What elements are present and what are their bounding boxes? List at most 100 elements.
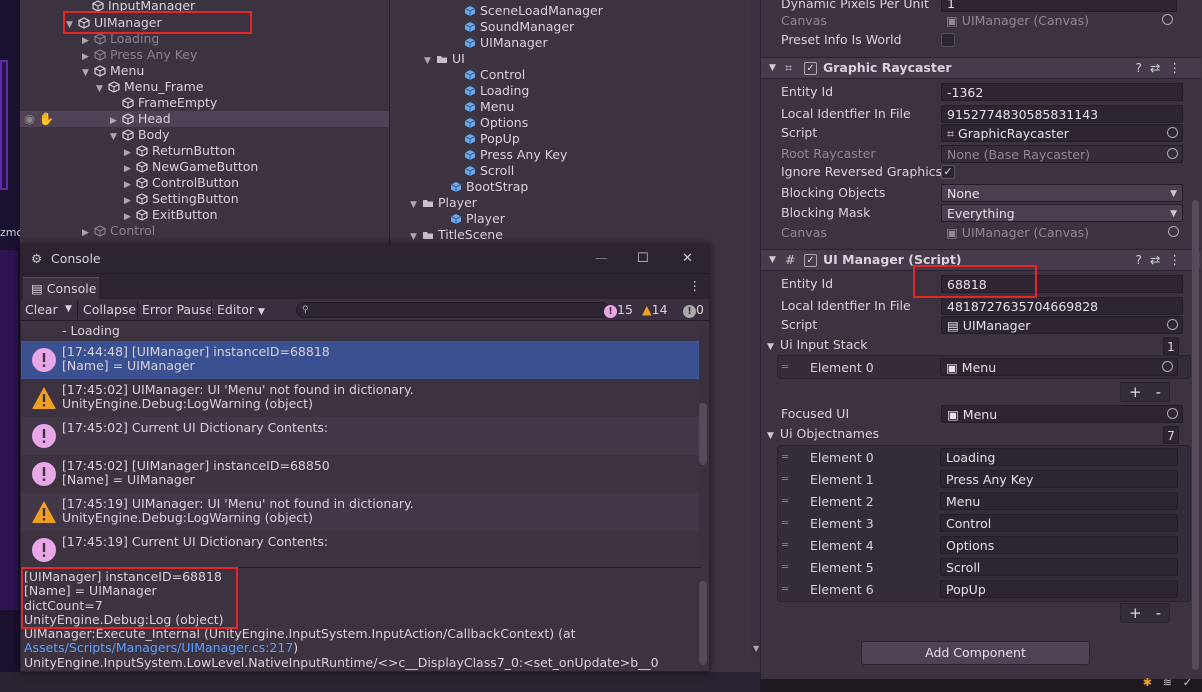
canvas-field[interactable]: ▣ UIManager (Canvas) <box>941 12 1177 30</box>
ui-objectnames-foldout[interactable]: ▼ Ui Objectnames <box>767 425 879 443</box>
drag-handle-icon[interactable]: ═ <box>782 562 788 573</box>
add-component-button[interactable]: Add Component <box>861 641 1090 665</box>
hierarchy-item[interactable]: ▶ NewGameButton <box>124 159 258 175</box>
error-pause-button[interactable]: Error Pause <box>142 299 213 320</box>
check-icon[interactable]: ✓ <box>1183 676 1192 689</box>
fold-arrow-icon[interactable]: ▼ <box>410 229 422 244</box>
preset-info-checkbox[interactable] <box>941 33 955 47</box>
project-item[interactable]: Player <box>438 211 505 227</box>
project-item[interactable]: Loading <box>452 83 529 99</box>
clear-options-chevron-icon[interactable]: ▼ <box>65 299 72 320</box>
object-picker-icon[interactable] <box>1162 361 1173 372</box>
bug-icon[interactable]: ✱ <box>1143 676 1152 689</box>
object-picker-icon[interactable] <box>1168 226 1179 237</box>
element-field[interactable]: PopUp <box>940 580 1178 598</box>
ui-objectnames-count[interactable]: 7 <box>1163 426 1179 444</box>
project-item[interactable]: UIManager <box>452 35 548 51</box>
local-id-field[interactable]: 9152774830585831143 <box>941 105 1183 123</box>
console-titlebar[interactable]: ⚙ Console — ☐ ✕ <box>21 245 709 273</box>
info-count-toggle[interactable]: ! 15 <box>604 299 633 320</box>
list-element[interactable]: ═ Element 4 Options <box>778 535 1190 557</box>
ignore-reversed-checkbox[interactable]: ✓ <box>941 165 955 179</box>
error-count-toggle[interactable]: ! 0 <box>683 299 704 320</box>
inspector-scrollbar[interactable] <box>1192 200 1199 670</box>
fold-arrow-icon[interactable]: ▼ <box>110 129 122 145</box>
hierarchy-item[interactable]: ▶ Control <box>82 223 155 239</box>
project-item[interactable]: Press Any Key <box>452 147 567 163</box>
fold-arrow-icon[interactable]: ▼ <box>410 197 422 213</box>
hierarchy-item[interactable]: ▶ SettingButton <box>124 191 239 207</box>
log-entry-partial[interactable]: - Loading <box>21 321 701 341</box>
list-element[interactable]: ═ Element 5 Scroll <box>778 557 1190 579</box>
project-item[interactable]: PopUp <box>452 131 520 147</box>
log-entry[interactable]: [17:45:19] Current UI Dictionary Content… <box>21 531 701 565</box>
hierarchy-item[interactable]: ▼ Menu <box>82 63 144 79</box>
drag-handle-icon[interactable]: ═ <box>782 518 788 529</box>
fold-arrow-icon[interactable]: ▼ <box>769 250 776 270</box>
clear-button[interactable]: Clear <box>25 299 58 320</box>
log-entry[interactable]: [17:45:02] UIManager: UI 'Menu' not foun… <box>21 379 701 417</box>
hierarchy-item[interactable]: ▼ Body <box>110 127 170 143</box>
hierarchy-item[interactable]: ▶ Loading <box>82 31 159 47</box>
list-element[interactable]: ═ Element 0 ▣ Menu <box>778 357 1190 379</box>
source-link[interactable]: Assets/Scripts/Managers/UIManager.cs:217 <box>24 640 293 655</box>
more-options-icon[interactable]: ⋮ <box>689 278 702 293</box>
list-element[interactable]: ═ Element 0 Loading <box>778 447 1190 469</box>
fold-arrow-icon[interactable]: ▼ <box>424 53 436 69</box>
drag-handle-icon[interactable]: ═ <box>782 496 788 507</box>
focused-ui-field[interactable]: ▣ Menu <box>941 405 1183 423</box>
project-item[interactable]: ▼ Player <box>410 195 477 211</box>
drag-handle-icon[interactable]: ═ <box>782 584 788 595</box>
list-element[interactable]: ═ Element 6 PopUp <box>778 579 1190 601</box>
project-scrollbar[interactable]: ▼ <box>750 0 760 660</box>
ui-manager-header[interactable]: ▼ # ✓ UI Manager (Script) ?⇄⋮ <box>761 249 1201 271</box>
console-search-input[interactable]: ⚲ <box>296 302 610 318</box>
log-scrollbar-thumb[interactable] <box>699 403 707 465</box>
hierarchy-item[interactable]: ▶ ReturnButton <box>124 143 235 159</box>
list-element[interactable]: ═ Element 2 Menu <box>778 491 1190 513</box>
element-field[interactable]: Options <box>940 536 1178 554</box>
graphic-raycaster-header[interactable]: ▼ ⌗ ✓ Graphic Raycaster ?⇄⋮ <box>761 57 1201 79</box>
project-item[interactable]: Options <box>452 115 528 131</box>
maximize-icon[interactable]: ☐ <box>637 245 649 273</box>
hierarchy-item[interactable]: ▼ UIManager <box>66 15 162 31</box>
um-script-field[interactable]: ▤ UIManager <box>941 316 1183 334</box>
collapse-button[interactable]: Collapse <box>83 299 136 320</box>
project-item[interactable]: ▼ TitleScene <box>410 227 503 243</box>
drag-handle-icon[interactable]: ═ <box>782 452 788 463</box>
list-element[interactable]: ═ Element 1 Press Any Key <box>778 469 1190 491</box>
drag-handle-icon[interactable]: ═ <box>782 540 788 551</box>
blocking-objects-dropdown[interactable]: None ▼ <box>941 184 1183 202</box>
component-enabled-checkbox[interactable]: ✓ <box>804 62 817 75</box>
project-item[interactable]: Control <box>452 67 525 83</box>
hierarchy-item[interactable]: FrameEmpty <box>110 95 217 111</box>
object-picker-icon[interactable] <box>1167 148 1178 159</box>
project-item[interactable]: ▼ UI <box>424 51 465 67</box>
root-raycaster-field[interactable]: None (Base Raycaster) <box>941 145 1183 163</box>
project-item[interactable]: SoundManager <box>452 19 574 35</box>
object-picker-icon[interactable] <box>1167 319 1178 330</box>
component-enabled-checkbox[interactable]: ✓ <box>804 254 817 267</box>
hierarchy-item[interactable]: ▶ ExitButton <box>124 207 218 223</box>
list-element[interactable]: ═ Element 3 Control <box>778 513 1190 535</box>
ui-input-stack-add-remove[interactable]: +- <box>1120 382 1170 402</box>
warning-count-toggle[interactable]: ▲14 <box>642 299 668 320</box>
log-entry[interactable]: [17:44:48] [UIManager] instanceID=68818[… <box>21 341 701 379</box>
element-field[interactable]: Control <box>940 514 1178 532</box>
detail-scrollbar-thumb[interactable] <box>699 581 707 665</box>
fold-arrow-icon[interactable]: ▶ <box>82 225 94 241</box>
drag-handle-icon[interactable]: ═ <box>782 474 788 485</box>
fold-arrow-icon[interactable]: ▼ <box>66 17 78 33</box>
component-menu-icons[interactable]: ?⇄⋮ <box>1135 250 1189 270</box>
visibility-icon[interactable]: ◉ ✋ <box>24 111 54 127</box>
fold-arrow-icon[interactable]: ▼ <box>769 58 776 78</box>
element-field[interactable]: Scroll <box>940 558 1178 576</box>
ui-input-stack-count[interactable]: 1 <box>1163 337 1179 355</box>
object-picker-icon[interactable] <box>1167 127 1178 138</box>
object-picker-icon[interactable] <box>1167 408 1178 419</box>
element-field[interactable]: Press Any Key <box>940 470 1178 488</box>
fold-arrow-icon[interactable]: ▼ <box>96 81 108 97</box>
project-item[interactable]: SceneLoadManager <box>452 3 603 19</box>
um-local-id-field[interactable]: 4818727635704669828 <box>941 297 1183 315</box>
element-field[interactable]: Loading <box>940 448 1178 466</box>
